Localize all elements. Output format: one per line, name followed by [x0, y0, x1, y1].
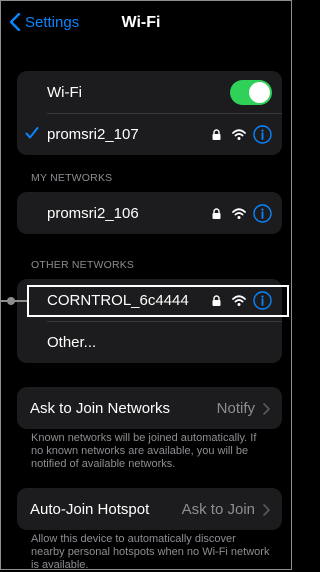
ask-to-join-group: Ask to Join Networks Notify [17, 387, 282, 429]
wifi-toggle[interactable] [230, 80, 272, 105]
network-row[interactable]: promsri2_106 [17, 192, 282, 234]
wifi-signal-icon [232, 129, 246, 140]
checkmark-icon [25, 127, 39, 139]
wifi-label: Wi-Fi [47, 83, 82, 101]
auto-join-label: Auto-Join Hotspot [30, 500, 150, 518]
lock-icon [212, 208, 221, 219]
auto-join-value: Ask to Join [182, 501, 270, 518]
auto-join-row[interactable]: Auto-Join Hotspot Ask to Join [17, 488, 282, 530]
other-label: Other... [47, 333, 97, 351]
auto-join-footer: Allow this device to automatically disco… [31, 533, 270, 571]
chevron-right-icon [263, 503, 270, 516]
section-header-my-networks: MY NETWORKS [31, 172, 113, 184]
ask-to-join-row[interactable]: Ask to Join Networks Notify [17, 387, 282, 429]
ask-to-join-value: Notify [217, 400, 270, 417]
network-name: promsri2_107 [47, 125, 139, 143]
page-title: Wi-Fi [121, 14, 161, 31]
info-icon[interactable] [253, 204, 272, 223]
annotation-dot [7, 297, 15, 305]
connected-network-row[interactable]: promsri2_107 [17, 113, 282, 155]
auto-join-group: Auto-Join Hotspot Ask to Join [17, 488, 282, 530]
other-network-row[interactable]: Other... [17, 321, 282, 363]
lock-icon [212, 129, 221, 140]
wifi-signal-icon [232, 208, 246, 219]
chevron-right-icon [263, 402, 270, 415]
section-header-other-networks: OTHER NETWORKS [31, 259, 135, 271]
network-name: promsri2_106 [47, 204, 139, 222]
toggle-knob [249, 82, 270, 103]
highlight-box [27, 285, 289, 317]
nav-bar: Settings Wi-Fi [1, 1, 291, 45]
wifi-group: Wi-Fi promsri2_107 [17, 71, 282, 155]
ask-to-join-footer: Known networks will be joined automatica… [31, 432, 257, 470]
my-networks-group: promsri2_106 [17, 192, 282, 234]
ask-to-join-label: Ask to Join Networks [30, 399, 171, 417]
wifi-toggle-row: Wi-Fi [17, 71, 282, 113]
info-icon[interactable] [253, 125, 272, 144]
